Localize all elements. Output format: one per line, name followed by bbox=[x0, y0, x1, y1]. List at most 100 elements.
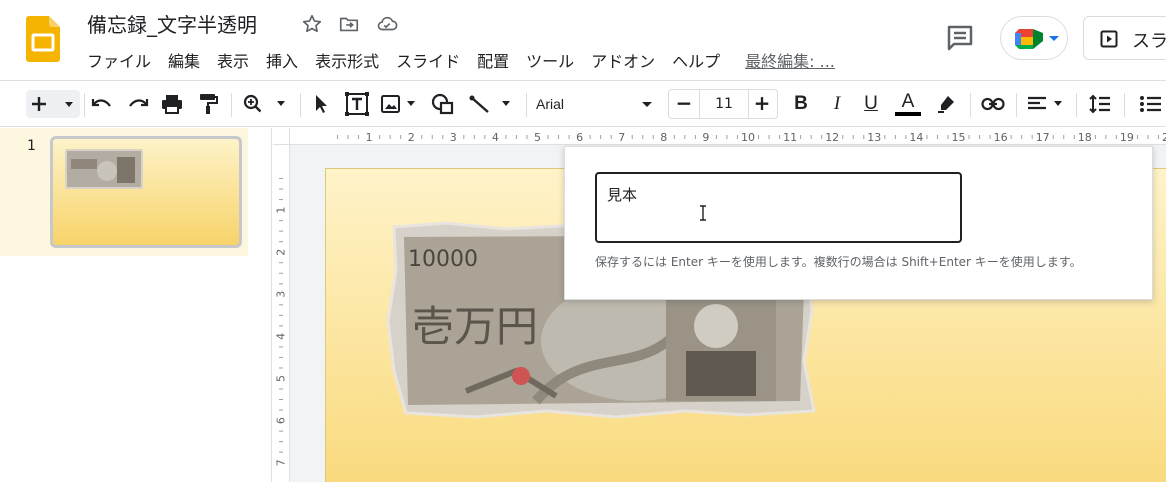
align-left-icon bbox=[1028, 96, 1062, 110]
text-cursor-icon bbox=[700, 205, 706, 221]
line-icon bbox=[469, 95, 510, 113]
font-size-control: − 11 + bbox=[668, 89, 778, 119]
font-family-value: Arial bbox=[536, 96, 565, 112]
bulleted-list-button[interactable] bbox=[1138, 90, 1162, 118]
slides-logo-icon[interactable] bbox=[26, 16, 60, 62]
toolbar: Arial − 11 + B I U A bbox=[0, 80, 1166, 127]
ruler-corner bbox=[273, 128, 290, 145]
highlight-color-button[interactable] bbox=[934, 90, 958, 118]
move-to-folder-icon[interactable] bbox=[338, 13, 360, 35]
vertical-ruler[interactable]: 1 2 3 4 5 6 7 bbox=[273, 145, 290, 482]
ruler-number: 11 bbox=[783, 131, 797, 144]
image-icon bbox=[381, 95, 415, 113]
shape-button[interactable] bbox=[430, 90, 456, 118]
menu-format[interactable]: 表示形式 bbox=[315, 48, 379, 72]
undo-button[interactable] bbox=[90, 90, 114, 118]
print-button[interactable] bbox=[160, 90, 184, 118]
cursor-arrow-icon bbox=[316, 95, 327, 113]
textbox-icon bbox=[345, 92, 369, 116]
menu-bar: ファイル 編集 表示 挿入 表示形式 スライド 配置 ツール アドオン ヘルプ … bbox=[87, 48, 835, 72]
ruler-number: 17 bbox=[1036, 131, 1050, 144]
text-color-bar bbox=[895, 112, 921, 116]
meet-button[interactable] bbox=[1000, 16, 1068, 60]
line-button[interactable] bbox=[468, 90, 516, 118]
link-icon bbox=[981, 97, 1005, 111]
alt-text-value: 見本 bbox=[607, 186, 638, 204]
zoom-button[interactable] bbox=[242, 90, 290, 118]
present-label: スラ bbox=[1132, 31, 1166, 52]
menu-slide[interactable]: スライド bbox=[396, 48, 460, 72]
alt-text-input[interactable]: 見本 bbox=[595, 172, 962, 243]
slide-filmstrip: 1 bbox=[0, 128, 272, 482]
horizontal-ruler-scale: 1234567891011121314151617181920 bbox=[337, 131, 1166, 144]
redo-button[interactable] bbox=[126, 90, 150, 118]
ruler-number: 6 bbox=[576, 131, 583, 144]
chevron-down-icon bbox=[1049, 36, 1059, 41]
slide-thumbnail-row[interactable]: 1 bbox=[0, 128, 248, 256]
bill-number: 10000 bbox=[408, 247, 478, 272]
align-button[interactable] bbox=[1026, 90, 1066, 118]
menu-file[interactable]: ファイル bbox=[87, 48, 151, 72]
bold-button[interactable]: B bbox=[790, 90, 812, 118]
ruler-number: 1 bbox=[275, 207, 288, 214]
font-family-select[interactable]: Arial bbox=[536, 90, 660, 118]
shape-icon bbox=[431, 93, 454, 115]
select-tool-button[interactable] bbox=[310, 90, 332, 118]
ruler-number: 20 bbox=[1162, 131, 1166, 144]
new-slide-button[interactable] bbox=[26, 90, 80, 118]
line-spacing-button[interactable] bbox=[1088, 90, 1112, 118]
line-spacing-icon bbox=[1089, 94, 1110, 114]
ruler-number: 18 bbox=[1078, 131, 1092, 144]
italic-button[interactable]: I bbox=[826, 90, 848, 118]
document-title[interactable]: 備忘録_文字半透明 bbox=[87, 9, 257, 38]
comment-history-icon[interactable] bbox=[942, 20, 978, 56]
meet-icon bbox=[1015, 29, 1043, 49]
star-icon[interactable] bbox=[301, 13, 323, 35]
menu-arrange[interactable]: 配置 bbox=[477, 48, 509, 72]
last-edit-link[interactable]: 最終編集: ... bbox=[745, 48, 835, 72]
zoom-icon bbox=[243, 94, 285, 113]
textbox-button[interactable] bbox=[344, 90, 370, 118]
cloud-saved-icon[interactable] bbox=[376, 13, 398, 35]
text-color-button[interactable]: A bbox=[894, 90, 922, 118]
ruler-number: 3 bbox=[275, 291, 288, 298]
menu-insert[interactable]: 挿入 bbox=[266, 48, 298, 72]
ruler-number: 14 bbox=[909, 131, 923, 144]
insert-image-button[interactable] bbox=[380, 90, 420, 118]
slide-number: 1 bbox=[27, 138, 36, 154]
ruler-number: 4 bbox=[492, 131, 499, 144]
insert-link-button[interactable] bbox=[980, 90, 1006, 118]
menu-tools[interactable]: ツール bbox=[526, 48, 574, 72]
menu-edit[interactable]: 編集 bbox=[168, 48, 200, 72]
menu-addons[interactable]: アドオン bbox=[591, 48, 655, 72]
vertical-ruler-scale: 1 2 3 4 5 6 7 bbox=[275, 178, 288, 466]
ruler-number: 16 bbox=[994, 131, 1008, 144]
menu-help[interactable]: ヘルプ bbox=[672, 48, 720, 72]
print-icon bbox=[162, 95, 182, 114]
paint-format-button[interactable] bbox=[196, 90, 220, 118]
bill-kanji-text: 壱万円 bbox=[412, 302, 538, 351]
ruler-number: 5 bbox=[534, 131, 541, 144]
plus-icon bbox=[32, 97, 73, 111]
text-color-letter: A bbox=[901, 91, 915, 112]
ruler-number: 2 bbox=[408, 131, 415, 144]
font-size-input[interactable]: 11 bbox=[699, 90, 749, 118]
menu-view[interactable]: 表示 bbox=[217, 48, 249, 72]
app-header: 備忘録_文字半透明 ファイル 編集 表示 挿入 表示形式 スライド 配置 ツール… bbox=[0, 0, 1166, 80]
decrease-font-size-button[interactable]: − bbox=[669, 90, 699, 118]
ruler-number: 12 bbox=[825, 131, 839, 144]
ruler-number: 7 bbox=[618, 131, 625, 144]
highlighter-icon bbox=[938, 96, 954, 113]
present-button[interactable]: スラ bbox=[1083, 16, 1166, 60]
paint-format-icon bbox=[200, 94, 218, 114]
redo-icon bbox=[129, 99, 149, 107]
thumbnail-bill-art bbox=[71, 157, 135, 183]
ruler-number: 1 bbox=[366, 131, 373, 144]
thumbnail-bill-image bbox=[65, 149, 143, 189]
slide-thumbnail[interactable] bbox=[50, 136, 242, 248]
ruler-number: 3 bbox=[450, 131, 457, 144]
horizontal-ruler[interactable]: 1234567891011121314151617181920 bbox=[290, 128, 1166, 145]
underline-button[interactable]: U bbox=[860, 90, 882, 118]
increase-font-size-button[interactable]: + bbox=[747, 90, 777, 118]
present-icon bbox=[1100, 30, 1118, 48]
